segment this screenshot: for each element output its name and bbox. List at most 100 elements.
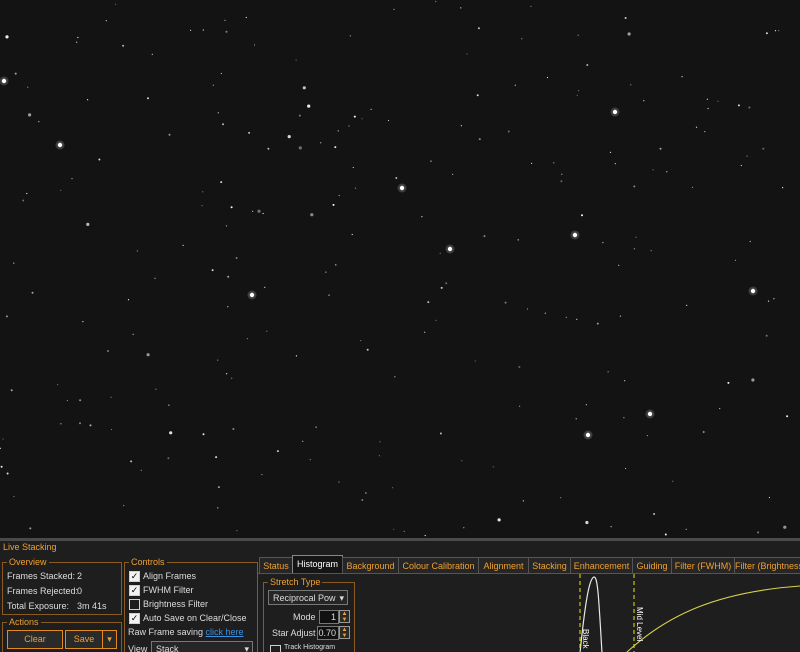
star (653, 513, 656, 515)
stacked-image-view[interactable] (0, 0, 800, 538)
align-frames-checkbox[interactable]: ✓ (129, 571, 140, 582)
fwhm-filter-checkbox[interactable]: ✓ (129, 585, 140, 596)
view-row: View (128, 643, 147, 652)
tab-enhancement[interactable]: Enhancement (570, 557, 633, 574)
star (483, 235, 486, 238)
star (393, 528, 395, 530)
star (211, 269, 214, 272)
auto-save-option[interactable]: ✓ Auto Save on Clear/Close (129, 612, 247, 624)
star (581, 214, 583, 217)
star (578, 90, 580, 92)
star (751, 378, 755, 382)
star-adjust-stepper[interactable]: ▲ ▼ (339, 626, 350, 639)
frames-rejected-label: Frames Rejected: (7, 586, 79, 596)
star (264, 286, 266, 288)
tab-status[interactable]: Status (259, 557, 293, 574)
mode-stepper[interactable]: ▲ ▼ (339, 610, 350, 623)
clear-button[interactable]: Clear (7, 630, 63, 649)
star (190, 29, 192, 31)
live-stacking-panel: Live Stacking Overview Frames Stacked: 2… (0, 538, 800, 652)
star (461, 460, 463, 462)
tab-filter-brightness[interactable]: Filter (Brightness) (734, 557, 800, 574)
brightness-filter-option[interactable]: Brightness Filter (129, 598, 208, 610)
star (586, 64, 589, 66)
star (352, 166, 354, 169)
save-button[interactable]: Save (65, 630, 103, 649)
star (110, 428, 113, 431)
star (624, 380, 626, 382)
star (227, 306, 229, 308)
auto-save-checkbox[interactable]: ✓ (129, 613, 140, 624)
bright-star (399, 185, 405, 191)
star (460, 7, 462, 9)
total-exposure-label: Total Exposure: (7, 601, 70, 611)
view-select-value: Stack (156, 644, 179, 652)
tab-filter-fwhm[interactable]: Filter (FWHM) (671, 557, 735, 574)
tab-alignment[interactable]: Alignment (478, 557, 529, 574)
black-marker-label: Black (581, 629, 590, 650)
star (302, 440, 304, 442)
controls-group: Controls ✓ Align Frames ✓ FWHM Filter Br… (124, 556, 258, 652)
star-adjust-input[interactable]: 0.70 (317, 626, 339, 640)
star (439, 432, 442, 435)
star (392, 487, 394, 489)
star (0, 465, 3, 468)
tab-colour-calibration[interactable]: Colour Calibration (398, 557, 479, 574)
tab-background[interactable]: Background (342, 557, 399, 574)
star (460, 125, 462, 127)
brightness-filter-checkbox[interactable] (129, 599, 140, 610)
star (140, 469, 142, 471)
star (624, 17, 627, 19)
star (10, 389, 13, 392)
panel-divider[interactable] (0, 538, 800, 541)
save-dropdown-button[interactable]: ▾ (102, 630, 117, 649)
star (635, 236, 637, 238)
star (287, 135, 291, 139)
brightness-filter-label: Brightness Filter (143, 599, 209, 609)
star (378, 455, 380, 457)
star (226, 373, 228, 375)
star (168, 404, 170, 406)
star (778, 30, 780, 32)
star (130, 460, 133, 463)
star (232, 428, 235, 430)
tab-stacking[interactable]: Stacking (528, 557, 571, 574)
star (633, 185, 636, 188)
view-select[interactable]: Stack ▾ (151, 641, 253, 652)
track-histogram-checkbox[interactable] (270, 645, 281, 652)
star (519, 405, 521, 407)
stretch-type-value: Reciprocal Pow (273, 593, 336, 603)
star (786, 415, 789, 418)
star (706, 98, 709, 100)
tab-guiding[interactable]: Guiding (632, 557, 672, 574)
star (71, 178, 73, 180)
mid-level-marker-label: Mid Level (635, 607, 644, 641)
star (666, 171, 668, 173)
fwhm-filter-option[interactable]: ✓ FWHM Filter (129, 584, 194, 596)
star (201, 205, 203, 207)
star (370, 108, 372, 110)
star (29, 527, 32, 530)
align-frames-option[interactable]: ✓ Align Frames (129, 570, 196, 582)
overview-group: Overview Frames Stacked: 2 Frames Reject… (2, 556, 122, 615)
star (353, 115, 356, 118)
star-field (0, 0, 789, 537)
star (707, 107, 709, 110)
stretch-type-select[interactable]: Reciprocal Pow ▾ (268, 590, 348, 605)
star (248, 131, 251, 134)
mode-input[interactable]: 1 (319, 610, 339, 624)
star (217, 359, 219, 361)
star (257, 209, 261, 213)
raw-saving-link[interactable]: click here (206, 627, 244, 637)
bright-star (1, 78, 7, 84)
star (295, 355, 297, 357)
star (57, 384, 59, 386)
star (338, 194, 340, 197)
histogram-chart[interactable]: Black Mid Level (358, 574, 800, 652)
star (28, 113, 32, 117)
star (132, 333, 134, 335)
star (235, 257, 238, 259)
star (734, 259, 737, 261)
star (231, 377, 233, 379)
tab-histogram[interactable]: Histogram (292, 555, 343, 574)
